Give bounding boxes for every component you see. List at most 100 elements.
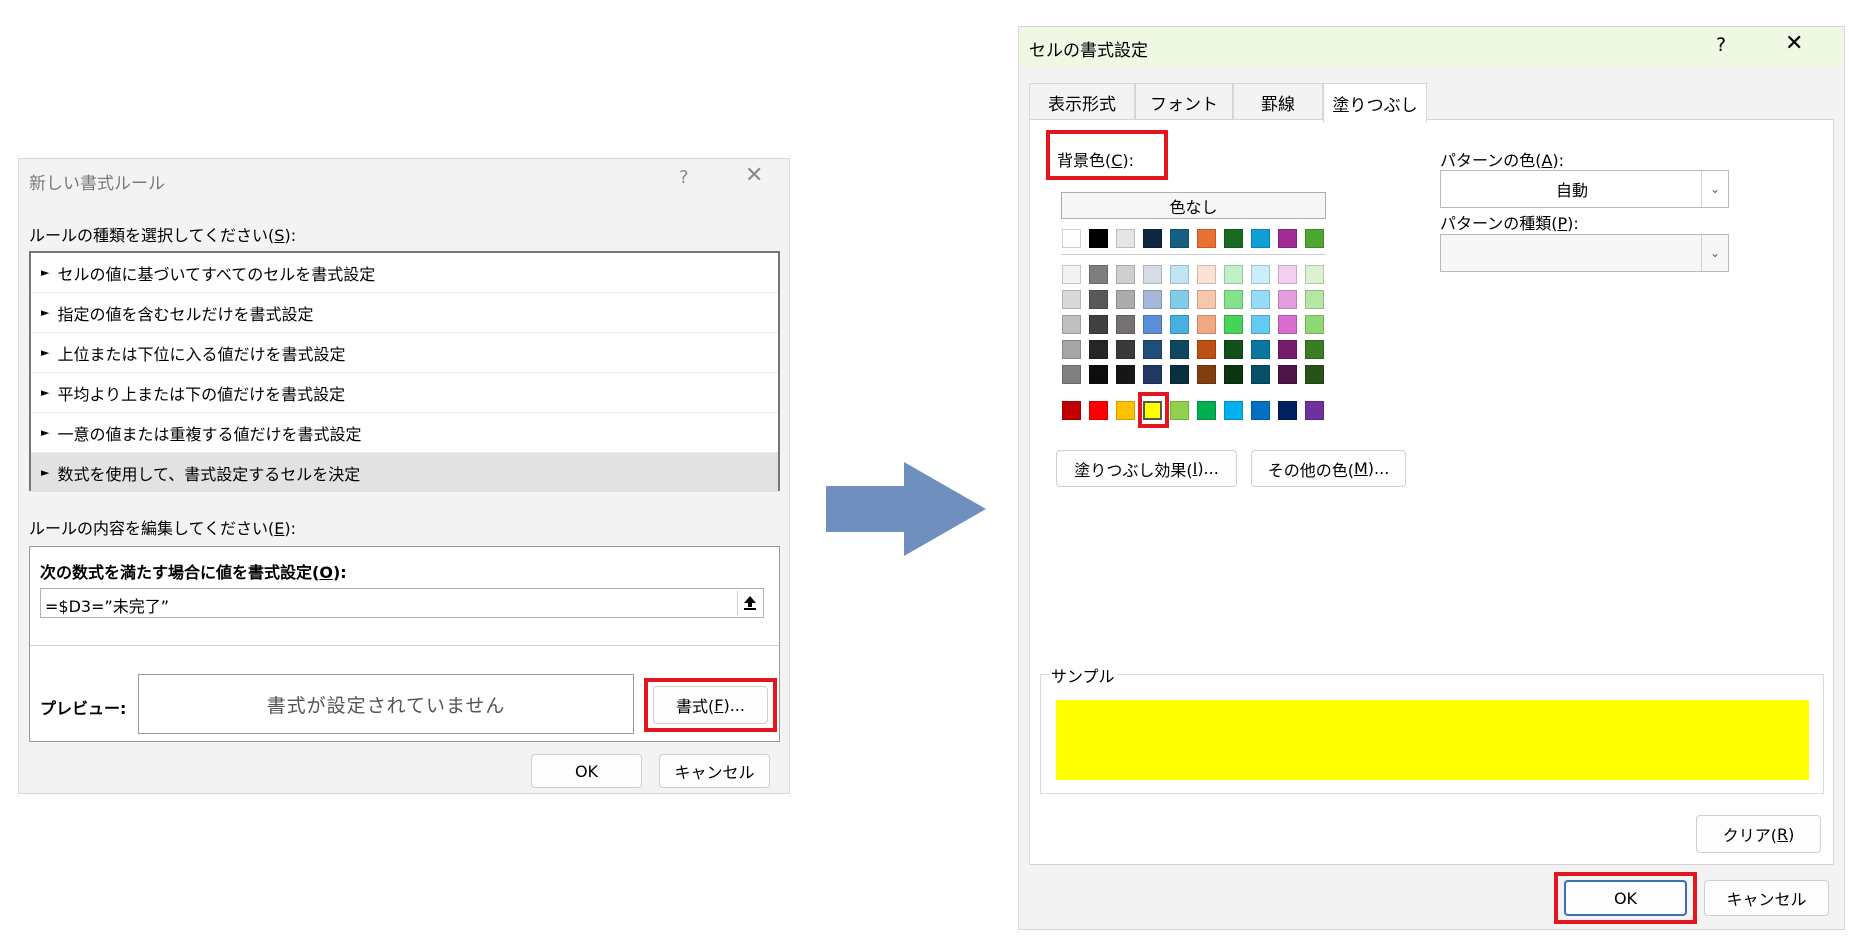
help-button[interactable]: ? bbox=[679, 167, 689, 188]
color-swatch[interactable] bbox=[1089, 315, 1108, 334]
pattern-color-select[interactable]: 自動 ⌄ bbox=[1440, 170, 1729, 208]
color-swatch[interactable] bbox=[1278, 365, 1297, 384]
color-swatch[interactable] bbox=[1197, 265, 1216, 284]
rule-type-item-selected[interactable]: ► 数式を使用して、書式設定するセルを決定 bbox=[31, 453, 778, 492]
color-swatch[interactable] bbox=[1305, 290, 1324, 309]
color-swatch[interactable] bbox=[1143, 315, 1162, 334]
help-button[interactable]: ? bbox=[1716, 34, 1726, 56]
color-swatch[interactable] bbox=[1305, 401, 1324, 420]
color-swatch[interactable] bbox=[1170, 401, 1189, 420]
color-swatch[interactable] bbox=[1143, 290, 1162, 309]
color-swatch[interactable] bbox=[1089, 229, 1108, 248]
color-swatch[interactable] bbox=[1197, 401, 1216, 420]
color-swatch[interactable] bbox=[1062, 290, 1081, 309]
color-swatch[interactable] bbox=[1224, 315, 1243, 334]
color-swatch[interactable] bbox=[1197, 315, 1216, 334]
rule-type-list[interactable]: ► セルの値に基づいてすべてのセルを書式設定 ► 指定の値を含むセルだけを書式設定 … bbox=[29, 251, 780, 492]
cancel-button[interactable]: キャンセル bbox=[1704, 880, 1829, 916]
rule-type-item[interactable]: ► 上位または下位に入る値だけを書式設定 bbox=[31, 333, 778, 373]
color-swatch[interactable] bbox=[1197, 229, 1216, 248]
color-swatch[interactable] bbox=[1251, 229, 1270, 248]
format-button[interactable]: 書式(F)... bbox=[653, 686, 768, 724]
more-colors-button[interactable]: その他の色(M)... bbox=[1251, 450, 1406, 487]
color-swatch[interactable] bbox=[1278, 401, 1297, 420]
color-swatch[interactable] bbox=[1170, 315, 1189, 334]
color-swatch[interactable] bbox=[1278, 315, 1297, 334]
color-swatch[interactable] bbox=[1224, 290, 1243, 309]
color-swatch[interactable] bbox=[1305, 265, 1324, 284]
color-swatch[interactable] bbox=[1305, 340, 1324, 359]
triangle-right-icon: ► bbox=[41, 346, 50, 359]
ok-button[interactable]: OK bbox=[1564, 880, 1687, 916]
formula-input[interactable]: =$D3=”未完了” bbox=[40, 588, 764, 618]
color-swatch[interactable] bbox=[1116, 290, 1135, 309]
color-swatch[interactable] bbox=[1305, 365, 1324, 384]
color-swatch[interactable] bbox=[1089, 290, 1108, 309]
color-swatch[interactable] bbox=[1170, 365, 1189, 384]
color-swatch[interactable] bbox=[1062, 265, 1081, 284]
color-swatch[interactable] bbox=[1224, 229, 1243, 248]
no-color-button[interactable]: 色なし bbox=[1061, 192, 1326, 219]
ok-button[interactable]: OK bbox=[531, 754, 642, 788]
rule-type-item[interactable]: ► 平均より上または下の値だけを書式設定 bbox=[31, 373, 778, 413]
color-swatch[interactable] bbox=[1197, 340, 1216, 359]
color-swatch[interactable] bbox=[1062, 340, 1081, 359]
color-swatch[interactable] bbox=[1224, 365, 1243, 384]
color-swatch[interactable] bbox=[1143, 265, 1162, 284]
collapse-dialog-button[interactable] bbox=[737, 591, 761, 615]
triangle-right-icon: ► bbox=[41, 306, 50, 319]
close-icon[interactable]: ✕ bbox=[1785, 31, 1803, 56]
color-swatch[interactable] bbox=[1143, 365, 1162, 384]
color-swatch[interactable] bbox=[1170, 340, 1189, 359]
color-swatch[interactable] bbox=[1089, 365, 1108, 384]
color-swatch[interactable] bbox=[1116, 365, 1135, 384]
color-swatch[interactable] bbox=[1224, 340, 1243, 359]
color-swatch[interactable] bbox=[1116, 401, 1135, 420]
color-swatch[interactable] bbox=[1116, 315, 1135, 334]
color-swatch[interactable] bbox=[1089, 265, 1108, 284]
pattern-style-select[interactable]: ⌄ bbox=[1440, 234, 1729, 272]
clear-button[interactable]: クリア(R) bbox=[1696, 815, 1821, 853]
color-swatch[interactable] bbox=[1170, 229, 1189, 248]
rule-type-item[interactable]: ► 指定の値を含むセルだけを書式設定 bbox=[31, 293, 778, 333]
color-swatch[interactable] bbox=[1089, 340, 1108, 359]
color-swatch[interactable] bbox=[1278, 229, 1297, 248]
color-swatch[interactable] bbox=[1116, 265, 1135, 284]
tab-fill[interactable]: 塗りつぶし bbox=[1323, 83, 1427, 123]
color-swatch[interactable] bbox=[1251, 340, 1270, 359]
color-swatch[interactable] bbox=[1251, 401, 1270, 420]
preview-label: プレビュー: bbox=[40, 699, 127, 718]
color-swatch[interactable] bbox=[1278, 265, 1297, 284]
tab-border[interactable]: 罫線 bbox=[1233, 83, 1323, 121]
color-swatch[interactable] bbox=[1062, 315, 1081, 334]
color-swatch[interactable] bbox=[1062, 229, 1081, 248]
close-icon[interactable]: ✕ bbox=[745, 163, 763, 188]
color-swatch[interactable] bbox=[1251, 290, 1270, 309]
color-swatch[interactable] bbox=[1305, 315, 1324, 334]
color-swatch[interactable] bbox=[1197, 290, 1216, 309]
color-swatch[interactable] bbox=[1116, 229, 1135, 248]
color-swatch[interactable] bbox=[1116, 340, 1135, 359]
color-swatch[interactable] bbox=[1278, 340, 1297, 359]
color-swatch[interactable] bbox=[1224, 265, 1243, 284]
color-swatch[interactable] bbox=[1170, 265, 1189, 284]
fill-effects-button[interactable]: 塗りつぶし効果(I)... bbox=[1056, 450, 1237, 487]
rule-type-item[interactable]: ► 一意の値または重複する値だけを書式設定 bbox=[31, 413, 778, 453]
cancel-button[interactable]: キャンセル bbox=[659, 754, 770, 788]
color-swatch[interactable] bbox=[1143, 229, 1162, 248]
tab-font[interactable]: フォント bbox=[1135, 83, 1233, 121]
color-swatch[interactable] bbox=[1251, 365, 1270, 384]
color-swatch[interactable] bbox=[1170, 290, 1189, 309]
color-swatch[interactable] bbox=[1251, 265, 1270, 284]
color-swatch[interactable] bbox=[1062, 365, 1081, 384]
color-swatch[interactable] bbox=[1143, 340, 1162, 359]
color-swatch[interactable] bbox=[1224, 401, 1243, 420]
color-swatch[interactable] bbox=[1278, 290, 1297, 309]
color-swatch[interactable] bbox=[1062, 401, 1081, 420]
color-swatch[interactable] bbox=[1305, 229, 1324, 248]
tab-number[interactable]: 表示形式 bbox=[1029, 83, 1135, 121]
rule-type-item[interactable]: ► セルの値に基づいてすべてのセルを書式設定 bbox=[31, 253, 778, 293]
color-swatch[interactable] bbox=[1197, 365, 1216, 384]
color-swatch[interactable] bbox=[1089, 401, 1108, 420]
color-swatch[interactable] bbox=[1251, 315, 1270, 334]
